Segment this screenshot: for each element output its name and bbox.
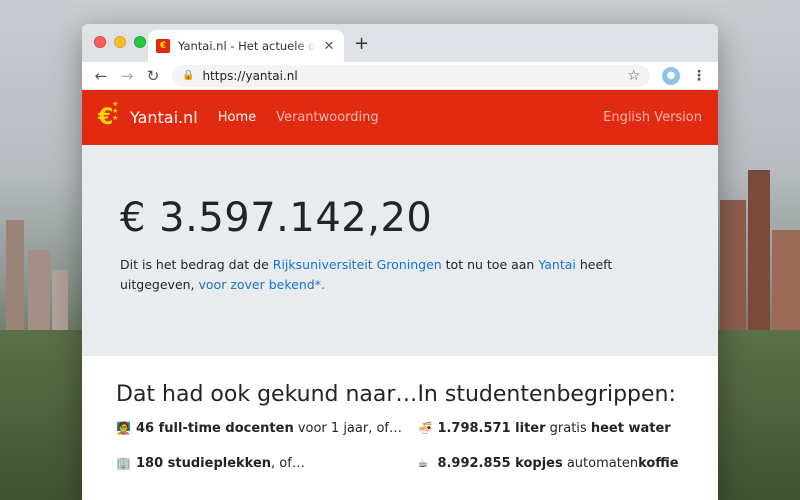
right-column: In studentenbegrippen: 🍜 1.798.571 liter … <box>417 382 684 491</box>
building-icon: 🏢 <box>116 456 131 470</box>
link-voor-zover-bekend[interactable]: voor zover bekend*. <box>199 277 325 292</box>
forward-arrow-icon[interactable]: → <box>114 67 140 85</box>
list-item: 🏢 180 studieplekken, of… <box>116 456 305 471</box>
address-bar[interactable]: 🔒 https://yantai.nl ☆ <box>172 64 650 87</box>
euro-logo-icon: € ★ ★ ★ <box>98 100 119 131</box>
logo-text: Yantai.nl <box>130 108 198 127</box>
favicon-icon: € <box>156 39 170 53</box>
back-arrow-icon[interactable]: ← <box>88 67 114 85</box>
bookmark-star-icon[interactable]: ☆ <box>627 68 640 84</box>
browser-tab[interactable]: € Yantai.nl - Het actuele overzicht ✕ <box>148 30 344 62</box>
list-item: 🍜 1.798.571 liter gratis heet water <box>417 421 671 436</box>
tab-title: Yantai.nl - Het actuele overzicht <box>178 39 316 53</box>
browser-toolbar: ← → ↻ 🔒 https://yantai.nl ☆ ● ⋮ <box>82 62 718 90</box>
link-yantai[interactable]: Yantai <box>538 257 576 272</box>
hero-section: € 3.597.142,20 Dit is het bedrag dat de … <box>82 145 718 356</box>
comparison-section: Dat had ook gekund naar… 🧑‍🏫 46 full-time… <box>82 356 718 491</box>
window-controls <box>94 36 146 48</box>
left-heading: Dat had ook gekund naar… <box>116 382 418 407</box>
profile-avatar-icon[interactable]: ● <box>662 66 680 85</box>
list-item: ☕ 8.992.855 kopjes automatenkoffie <box>417 456 679 471</box>
left-column: Dat had ook gekund naar… 🧑‍🏫 46 full-time… <box>116 382 417 491</box>
tab-close-icon[interactable]: ✕ <box>322 39 336 54</box>
maximize-window-button[interactable] <box>134 36 146 48</box>
noodle-cup-icon: 🍜 <box>417 421 433 435</box>
right-heading: In studentenbegrippen: <box>417 382 676 407</box>
hero-description: Dit is het bedrag dat de Rijksuniversite… <box>120 257 613 292</box>
list-item: 🧑‍🏫 46 full-time docenten voor 1 jaar, of… <box>116 421 403 436</box>
nav-english-version[interactable]: English Version <box>603 110 702 125</box>
site-logo[interactable]: € ★ ★ ★ Yantai.nl <box>98 100 198 131</box>
site-navbar: € ★ ★ ★ Yantai.nl Home Verantwoording Engl… <box>82 90 718 145</box>
close-window-button[interactable] <box>94 36 106 48</box>
teacher-icon: 🧑‍🏫 <box>116 421 131 435</box>
url-text: https://yantai.nl <box>202 68 298 83</box>
browser-window: € Yantai.nl - Het actuele overzicht ✕ + … <box>82 24 718 500</box>
tab-strip: € Yantai.nl - Het actuele overzicht ✕ + <box>82 24 718 62</box>
link-rijksuniversiteit[interactable]: Rijksuniversiteit Groningen <box>273 257 442 272</box>
coffee-icon: ☕ <box>417 456 429 470</box>
minimize-window-button[interactable] <box>114 36 126 48</box>
browser-menu-icon[interactable]: ⋮ <box>692 68 706 84</box>
new-tab-button[interactable]: + <box>354 33 369 54</box>
reload-icon[interactable]: ↻ <box>140 67 166 85</box>
nav-home[interactable]: Home <box>218 110 256 125</box>
spent-amount: € 3.597.142,20 <box>120 195 433 241</box>
lock-icon: 🔒 <box>182 70 195 81</box>
nav-verantwoording[interactable]: Verantwoording <box>276 110 379 125</box>
